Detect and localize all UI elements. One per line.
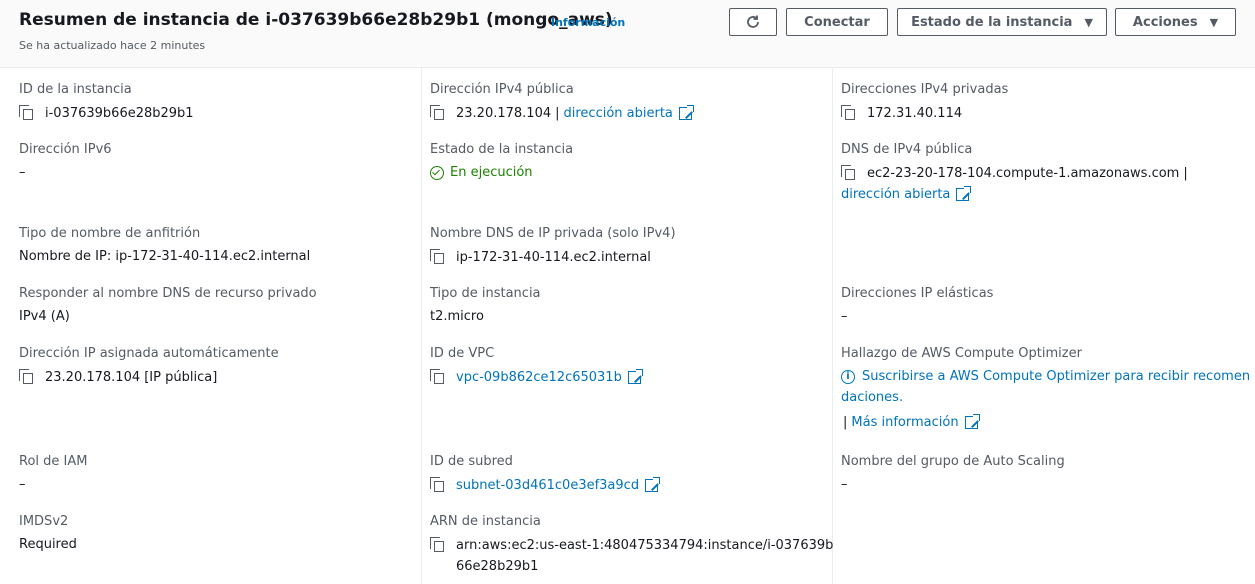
field-vpc-id: ID de VPC vpc-09b862ce12c65031b: [430, 346, 643, 385]
field-label: Estado de la instancia: [430, 142, 574, 157]
field-label: ARN de instancia: [430, 514, 541, 529]
last-updated-text: Se ha actualizado hace 2 minutes: [19, 39, 206, 52]
copy-icon[interactable]: [841, 105, 857, 121]
check-circle-icon: [430, 165, 444, 180]
refresh-button[interactable]: [729, 8, 777, 36]
private-dns-name-value: ip-172-31-40-114.ec2.internal: [456, 249, 651, 265]
page-header: Resumen de instancia de i-037639b66e28b2…: [0, 0, 1255, 68]
field-public-dns: DNS de IPv4 pública ec2-23-20-178-104.co…: [841, 142, 1188, 202]
compute-optimizer-link-line2[interactable]: daciones.: [841, 390, 1250, 405]
info-link[interactable]: Información: [551, 16, 625, 29]
instance-state-value: En ejecución: [450, 165, 533, 180]
field-imdsv2: IMDSv2 Required: [19, 514, 77, 552]
separator: |: [843, 415, 848, 430]
connect-button[interactable]: Conectar: [786, 8, 888, 36]
instance-arn-value-line2: 66e28b29b1: [456, 559, 539, 574]
instance-state-button[interactable]: Estado de la instancia ▼: [897, 8, 1107, 36]
copy-icon[interactable]: [430, 477, 446, 493]
instance-type-value: t2.micro: [430, 309, 484, 324]
instance-id-value: i-037639b66e28b29b1: [45, 105, 194, 121]
field-instance-id: ID de la instancia i-037639b66e28b29b1: [19, 82, 194, 121]
field-hostname-type: Tipo de nombre de anfitrión Nombre de IP…: [19, 226, 310, 264]
field-private-ipv4: Direcciones IPv4 privadas 172.31.40.114: [841, 82, 1008, 121]
external-link-icon[interactable]: [627, 368, 643, 384]
copy-icon[interactable]: [430, 105, 446, 121]
actions-button-label: Acciones: [1132, 14, 1198, 30]
field-label: Dirección IP asignada automáticamente: [19, 346, 279, 361]
field-auto-ip: Dirección IP asignada automáticamente 23…: [19, 346, 279, 385]
copy-icon[interactable]: [430, 537, 446, 553]
instance-state-button-label: Estado de la instancia: [911, 14, 1073, 30]
instance-arn-value-line1: arn:aws:ec2:us-east-1:480475334794:insta…: [456, 537, 834, 553]
field-label: Dirección IPv6: [19, 142, 112, 157]
copy-icon[interactable]: [19, 369, 35, 385]
field-label: Rol de IAM: [19, 454, 88, 469]
field-label: Dirección IPv4 pública: [430, 82, 574, 97]
field-label: DNS de IPv4 pública: [841, 142, 973, 157]
imdsv2-value: Required: [19, 537, 77, 552]
caret-down-icon: ▼: [1209, 15, 1219, 29]
copy-icon[interactable]: [430, 249, 446, 265]
field-label: Nombre DNS de IP privada (solo IPv4): [430, 226, 676, 241]
external-link-icon[interactable]: [678, 104, 694, 120]
column-divider: [832, 68, 833, 584]
copy-icon[interactable]: [19, 105, 35, 121]
field-instance-arn: ARN de instancia arn:aws:ec2:us-east-1:4…: [430, 514, 833, 574]
field-private-dns-answer: Responder al nombre DNS de recurso priva…: [19, 286, 317, 324]
field-compute-optimizer: Hallazgo de AWS Compute Optimizer i Susc…: [841, 346, 1250, 430]
field-elastic-ip: Direcciones IP elásticas –: [841, 286, 993, 324]
field-instance-type: Tipo de instancia t2.micro: [430, 286, 541, 324]
field-label: Tipo de nombre de anfitrión: [19, 226, 201, 241]
field-iam-role: Rol de IAM –: [19, 454, 87, 492]
field-private-dns-name: Nombre DNS de IP privada (solo IPv4) ip-…: [430, 226, 676, 265]
column-divider: [421, 68, 422, 584]
field-asg-name: Nombre del grupo de Auto Scaling –: [841, 454, 1065, 492]
field-label: IMDSv2: [19, 514, 69, 529]
private-dns-answer-value: IPv4 (A): [19, 309, 70, 324]
actions-button[interactable]: Acciones ▼: [1115, 8, 1236, 36]
public-dns-value: ec2-23-20-178-104.compute-1.amazonaws.co…: [867, 165, 1180, 181]
open-address-link[interactable]: dirección abierta: [841, 187, 950, 202]
vpc-id-link[interactable]: vpc-09b862ce12c65031b: [456, 370, 622, 385]
compute-optimizer-link-line1[interactable]: Suscribirse a AWS Compute Optimizer para…: [862, 369, 1250, 384]
field-label: ID de VPC: [430, 346, 495, 361]
auto-ip-value: 23.20.178.104 [IP pública]: [45, 369, 218, 385]
field-label: ID de subred: [430, 454, 513, 469]
field-subnet-id: ID de subred subnet-03d461c0e3ef3a9cd: [430, 454, 661, 493]
elastic-ip-value: –: [841, 309, 848, 324]
asg-name-value: –: [841, 477, 848, 492]
hostname-type-value: Nombre de IP: ip-172-31-40-114.ec2.inter…: [19, 249, 311, 264]
copy-icon[interactable]: [430, 369, 446, 385]
more-info-link[interactable]: Más información: [851, 415, 958, 430]
field-instance-state: Estado de la instancia En ejecución: [430, 142, 573, 180]
field-label: Direcciones IPv4 privadas: [841, 82, 1009, 97]
field-public-ipv4: Dirección IPv4 pública 23.20.178.104 | d…: [430, 82, 694, 121]
field-ipv6: Dirección IPv6 –: [19, 142, 112, 180]
public-ipv4-value: 23.20.178.104: [456, 105, 552, 121]
separator: |: [1183, 165, 1188, 181]
iam-role-value: –: [19, 477, 26, 492]
field-label: Responder al nombre DNS de recurso priva…: [19, 286, 317, 301]
field-label: ID de la instancia: [19, 82, 132, 97]
refresh-icon: [747, 15, 759, 28]
external-link-icon[interactable]: [964, 414, 980, 429]
external-link-icon[interactable]: [956, 186, 972, 201]
caret-down-icon: ▼: [1084, 15, 1093, 29]
private-ipv4-value: 172.31.40.114: [867, 105, 963, 121]
open-address-link[interactable]: dirección abierta: [564, 106, 673, 121]
field-label: Hallazgo de AWS Compute Optimizer: [841, 346, 1082, 361]
ipv6-value: –: [19, 165, 26, 180]
subnet-id-link[interactable]: subnet-03d461c0e3ef3a9cd: [456, 478, 639, 493]
external-link-icon[interactable]: [645, 476, 661, 492]
info-icon: i: [841, 369, 855, 384]
field-label: Tipo de instancia: [430, 286, 541, 301]
connect-button-label: Conectar: [804, 14, 870, 30]
page-title: Resumen de instancia de i-037639b66e28b2…: [19, 10, 613, 30]
field-label: Direcciones IP elásticas: [841, 286, 994, 301]
separator: |: [555, 105, 560, 121]
copy-icon[interactable]: [841, 165, 857, 181]
field-label: Nombre del grupo de Auto Scaling: [841, 454, 1065, 469]
